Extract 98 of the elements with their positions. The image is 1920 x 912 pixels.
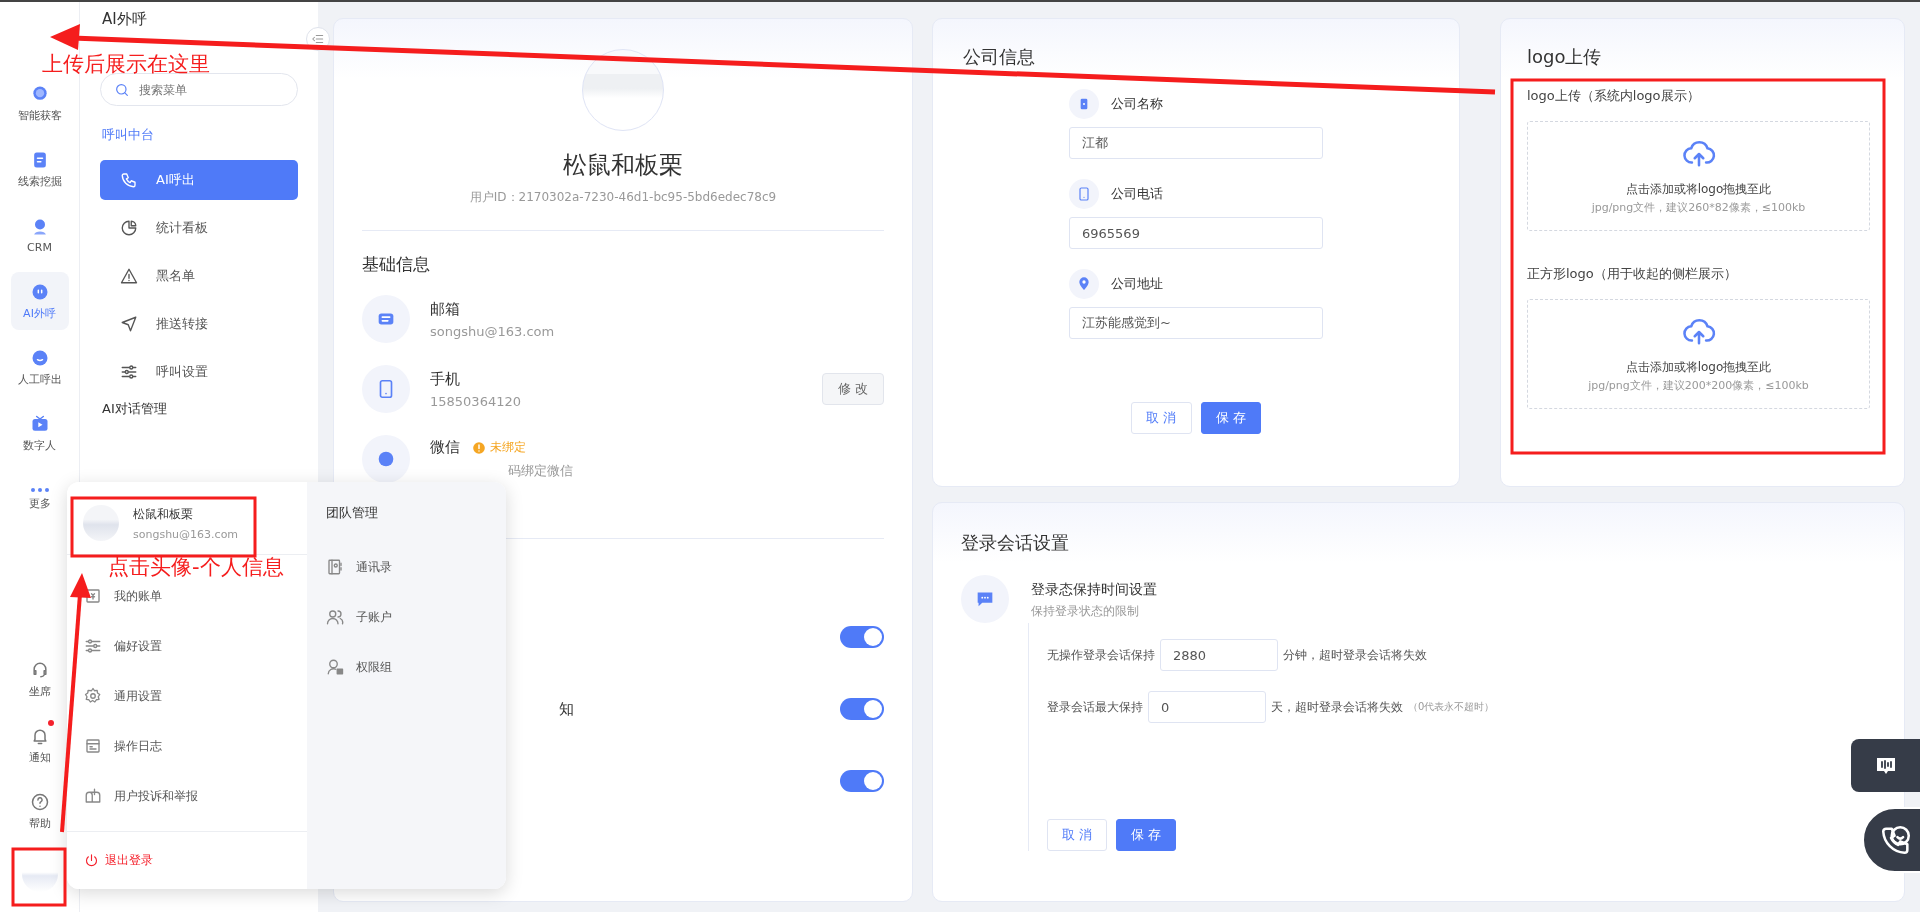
user-id: 用户ID：2170302a-7230-46d1-bc95-5bd6edec78c9	[469, 189, 777, 206]
phone-smile-icon	[1879, 823, 1913, 857]
setting-title: 登录态保持时间设置	[1031, 581, 1157, 599]
pie-chart-icon	[120, 219, 138, 237]
sidebar-group-title[interactable]: AI对话管理	[102, 400, 298, 418]
highlight-frame	[11, 847, 67, 907]
menu-section-title: 团队管理	[326, 504, 379, 522]
menu-item[interactable]: 通用设置	[67, 671, 307, 721]
menu-item[interactable]: 偏好设置	[67, 621, 307, 671]
tablet-icon	[1076, 186, 1092, 202]
nav-item[interactable]: 坐席	[10, 646, 69, 712]
nav-item[interactable]: AI外呼	[10, 272, 69, 330]
field-label: 公司电话	[1111, 185, 1163, 203]
receipt-icon	[84, 587, 102, 605]
note-text: （0代表永不超时）	[1408, 700, 1495, 714]
log-icon	[84, 737, 102, 755]
upload-prompt: 点击添加或将logo拖拽至此	[1625, 359, 1772, 376]
nav-item[interactable]: 通知	[10, 712, 69, 778]
nav-item[interactable]: 线索挖掘	[10, 140, 69, 198]
contact-book-icon	[326, 558, 344, 576]
warning-icon	[472, 440, 486, 455]
menu-item[interactable]: 通讯录	[326, 542, 506, 592]
input-field[interactable]: 江苏能感觉到~	[1069, 307, 1323, 339]
user-name: 松鼠和板栗	[563, 150, 683, 181]
sidebar-item[interactable]: 统计看板	[100, 208, 298, 248]
toggle-switch[interactable]	[840, 698, 884, 720]
upload-label: logo上传（系统内logo展示）	[1527, 87, 1701, 105]
cancel-button[interactable]: 取 消	[1047, 819, 1108, 851]
section-title: 基础信息	[362, 253, 431, 276]
field-label: 无操作登录会话保持	[1047, 646, 1155, 664]
user-lock-icon	[326, 658, 344, 676]
card-title: logo上传	[1527, 45, 1603, 69]
setting-subtitle: 保持登录状态的限制	[1031, 603, 1140, 620]
user-email: songshu@163.com	[133, 527, 239, 541]
menu-item[interactable]: 子账户	[326, 592, 506, 642]
card-title: 公司信息	[963, 45, 1036, 69]
settings-icon	[84, 687, 102, 705]
unit-text: 天，超时登录会话将失效	[1271, 698, 1403, 716]
people-icon	[326, 608, 344, 626]
card-title: 登录会话设置	[961, 531, 1070, 555]
field-value: 码绑定微信	[507, 462, 574, 480]
save-button[interactable]: 保 存	[1200, 402, 1261, 434]
nav-item[interactable]: 数字人	[10, 404, 69, 462]
input-field[interactable]: 2880	[1160, 639, 1278, 671]
field-label: 微信	[430, 438, 460, 457]
toggle-switch[interactable]	[840, 770, 884, 792]
field-label: 邮箱	[430, 299, 460, 319]
nav-item[interactable]: 更多	[10, 470, 69, 528]
cancel-button[interactable]: 取 消	[1131, 402, 1192, 434]
send-icon	[120, 315, 138, 333]
nav-item[interactable]: CRM	[10, 206, 69, 264]
sidebar-group-title[interactable]: 呼叫中台	[102, 126, 298, 144]
input-field[interactable]: 6965569	[1069, 217, 1323, 249]
menu-item[interactable]: 用户投诉和举报	[67, 771, 307, 821]
menu-icon	[311, 32, 325, 46]
save-button[interactable]: 保 存	[1116, 819, 1177, 851]
field-label: 公司地址	[1111, 275, 1163, 293]
upload-prompt: 点击添加或将logo拖拽至此	[1625, 181, 1772, 198]
phone-icon	[120, 171, 138, 189]
setting-label: 知	[558, 699, 574, 719]
field-value: 15850364120	[430, 393, 522, 409]
warning-icon	[120, 267, 138, 285]
status-label: 未绑定	[490, 439, 526, 456]
nav-item[interactable]: 人工呼出	[10, 338, 69, 396]
location-pin-icon	[1076, 276, 1092, 292]
feedback-button[interactable]	[1851, 739, 1920, 792]
field-value: songshu@163.com	[430, 323, 556, 339]
sliders-icon	[120, 363, 138, 381]
sidebar-item[interactable]: 黑名单	[100, 256, 298, 296]
dots-icon	[30, 487, 49, 492]
upload-dropzone[interactable]: 点击添加或将logo拖拽至此 jpg/png文件，建议200*200像素，≤100kb	[1527, 299, 1870, 409]
upload-hint: jpg/png文件，建议260*82像素，≤100kb	[1591, 200, 1806, 215]
nav-item[interactable]: 帮助	[10, 778, 69, 844]
help-icon	[29, 791, 50, 812]
sliders-icon	[84, 637, 102, 655]
sidebar-item[interactable]: AI呼出	[100, 160, 298, 200]
upload-dropzone[interactable]: 点击添加或将logo拖拽至此 jpg/png文件，建议260*82像素，≤100kb	[1527, 121, 1870, 231]
search-field[interactable]: 搜索菜单	[100, 73, 298, 106]
sidebar-title: AI外呼	[102, 10, 148, 29]
upload-label: 正方形logo（用于收起的侧栏展示）	[1527, 265, 1738, 283]
power-icon	[84, 853, 99, 868]
input-field[interactable]: 江都	[1069, 127, 1323, 159]
sidebar-item[interactable]: 呼叫设置	[100, 352, 298, 392]
sidebar-item[interactable]: 推送转接	[100, 304, 298, 344]
video-icon	[29, 413, 50, 434]
user-name: 松鼠和板栗	[133, 505, 194, 523]
input-field[interactable]: 0	[1148, 691, 1266, 723]
edit-button[interactable]: 修 改	[822, 373, 884, 405]
toggle-switch[interactable]	[840, 626, 884, 648]
unit-text: 分钟，超时登录会话将失效	[1283, 646, 1427, 664]
upload-hint: jpg/png文件，建议200*200像素，≤100kb	[1588, 378, 1809, 393]
menu-item[interactable]: 操作日志	[67, 721, 307, 771]
search-icon	[114, 82, 130, 98]
field-label: 公司名称	[1111, 95, 1163, 113]
menu-item[interactable]: 权限组	[326, 642, 506, 692]
annotation-text: 点击头像-个人信息	[108, 554, 284, 581]
field-label: 手机	[430, 369, 460, 389]
field-label: 登录会话最大保持	[1047, 698, 1143, 716]
